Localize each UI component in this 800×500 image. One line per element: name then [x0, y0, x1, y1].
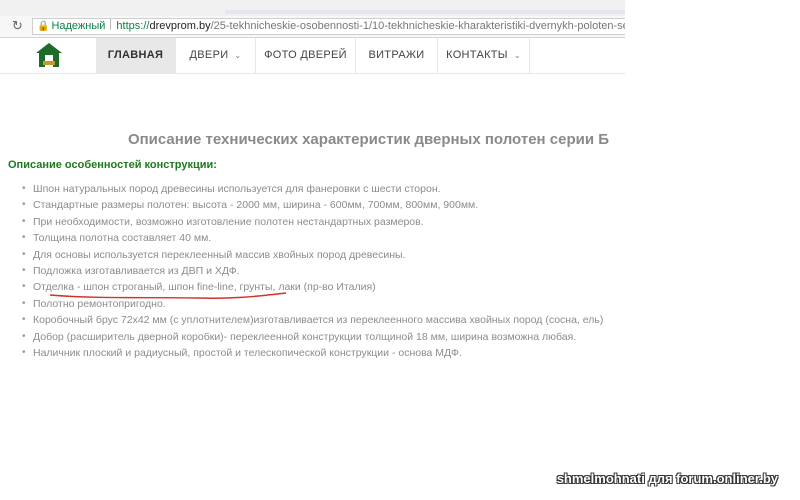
nav-item-home[interactable]: ГЛАВНАЯ [96, 38, 176, 73]
feature-list: Шпон натуральных пород древесины использ… [0, 181, 603, 362]
blank-margin [625, 0, 800, 500]
url-field[interactable]: 🔒 Надежный https://drevprom.by/25-tekhnich… [32, 18, 625, 35]
list-item: Коробочный брус 72х42 мм (с уплотнителем… [0, 312, 603, 329]
url-path: /25-tekhnicheskie-osobennosti-1/10-tekhn… [210, 20, 625, 32]
list-item: При необходимости, возможно изготовление… [0, 214, 603, 231]
nav-item-stained-glass[interactable]: ВИТРАЖИ [356, 38, 438, 73]
list-item: Отделка - шпон строганый, шпон fine-line… [0, 279, 603, 296]
list-item: Для основы используется переклеенный мас… [0, 247, 603, 264]
page-title: Описание технических характеристик дверн… [127, 131, 609, 148]
watermark: shmelmohnati для forum.onliner.by [556, 471, 778, 486]
reload-icon[interactable]: ↻ [12, 18, 23, 34]
nav-item-contacts[interactable]: КОНТАКТЫ ⌄ [438, 38, 530, 73]
chevron-down-icon: ⌄ [513, 51, 521, 60]
list-item: Стандартные размеры полотен: высота - 20… [0, 197, 603, 214]
list-item: Добор (расширитель дверной коробки)- пер… [0, 329, 603, 346]
list-item: Полотно ремонтопригодно. [0, 296, 603, 313]
url-scheme: https:// [116, 20, 150, 32]
section-subtitle: Описание особенностей конструкции: [8, 159, 217, 171]
secure-label: Надежный [51, 20, 106, 32]
nav-item-doors[interactable]: ДВЕРИ ⌄ [176, 38, 256, 73]
list-item: Толщина полотна составляет 40 мм. [0, 230, 603, 247]
browser-viewport: ↻ 🔒 Надежный https://drevprom.by/25-tekhni… [0, 0, 625, 500]
tab-strip [0, 0, 625, 16]
list-item: Подложка изготавливается из ДВП и ХДФ. [0, 263, 603, 280]
list-item: Шпон натуральных пород древесины использ… [0, 181, 603, 198]
chevron-down-icon: ⌄ [234, 51, 242, 60]
address-bar: ↻ 🔒 Надежный https://drevprom.by/25-tekhni… [0, 16, 625, 38]
url-host: drevprom.by [149, 20, 211, 32]
house-logo-icon[interactable] [34, 42, 64, 70]
main-menu: ГЛАВНАЯ ДВЕРИ ⌄ ФОТО ДВЕРЕЙ ВИТРАЖИ КОНТА… [96, 38, 530, 73]
nav-item-door-photos[interactable]: ФОТО ДВЕРЕЙ [256, 38, 356, 73]
list-item: Наличник плоский и радиусный, простой и … [0, 345, 603, 362]
site-navigation: ГЛАВНАЯ ДВЕРИ ⌄ ФОТО ДВЕРЕЙ ВИТРАЖИ КОНТА… [0, 38, 625, 74]
lock-icon: 🔒 [37, 21, 50, 32]
